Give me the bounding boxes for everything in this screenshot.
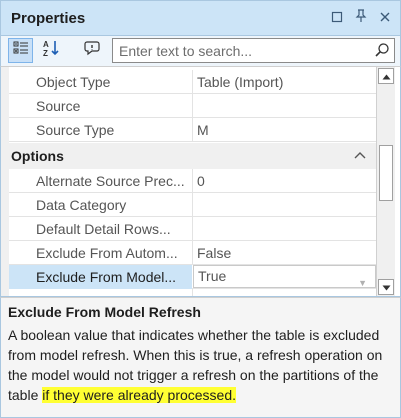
categorized-icon (13, 40, 29, 61)
scroll-down-button[interactable] (378, 279, 394, 295)
property-name: Data Category (36, 197, 127, 213)
property-value (197, 217, 375, 241)
column-divider[interactable] (192, 241, 193, 265)
column-divider[interactable] (192, 169, 193, 193)
property-row[interactable]: Object Type Table (Import) (9, 70, 376, 94)
property-row[interactable]: Lineage Tag ...30c01f1d-8fe-4f68... (9, 289, 376, 296)
description-pane: Exclude From Model Refresh A boolean val… (0, 297, 401, 418)
dropdown-value: True (198, 268, 227, 284)
property-row[interactable]: Exclude From Autom... False (9, 241, 376, 265)
sort-alphabetical-icon: A Z (42, 39, 60, 62)
dropdown-button[interactable] (326, 7, 348, 29)
grid-left-gutter (1, 67, 9, 296)
svg-text:Z: Z (43, 49, 48, 57)
search-input[interactable] (113, 39, 371, 62)
property-row[interactable]: Source (9, 94, 376, 118)
property-row[interactable]: Default Detail Rows... (9, 217, 376, 241)
property-name: Exclude From Autom... (36, 245, 178, 261)
property-value: 0 (197, 173, 205, 189)
property-name: Alternate Source Prec... (36, 173, 185, 189)
properties-toolbar: A Z (0, 36, 401, 66)
property-name: Source Type (36, 122, 115, 138)
scroll-thumb[interactable] (379, 145, 393, 201)
property-value-dropdown[interactable]: True ▼ (193, 265, 376, 288)
property-value: False (197, 245, 232, 261)
scroll-up-arrow-icon (382, 67, 391, 85)
property-value (197, 94, 375, 118)
scroll-down-arrow-icon (382, 278, 391, 296)
property-pages-icon (83, 39, 101, 62)
window-menu-icon (331, 10, 343, 27)
category-label: Options (11, 148, 64, 164)
pin-button[interactable] (350, 7, 372, 29)
column-divider[interactable] (192, 193, 193, 217)
vertical-scrollbar[interactable] (376, 67, 395, 296)
description-text: A boolean value that indicates whether t… (8, 325, 398, 405)
scroll-up-button[interactable] (378, 68, 394, 84)
property-row-selected[interactable]: Exclude From Model... True ▼ (9, 265, 376, 289)
property-name: Exclude From Model... (9, 265, 192, 289)
column-divider[interactable] (192, 289, 193, 296)
column-divider[interactable] (192, 70, 193, 94)
window-title: Properties (11, 10, 86, 27)
property-pages-button[interactable] (79, 38, 104, 63)
property-name: Object Type (36, 74, 111, 90)
property-row[interactable]: Alternate Source Prec... 0 (9, 169, 376, 193)
category-header-options[interactable]: Options (1, 143, 376, 169)
properties-title-bar: Properties (0, 0, 401, 36)
column-divider[interactable] (192, 217, 193, 241)
chevron-up-icon[interactable] (353, 149, 367, 168)
dropdown-arrow-icon[interactable]: ▼ (358, 273, 367, 287)
alphabetical-button[interactable]: A Z (38, 38, 63, 63)
column-divider[interactable] (192, 94, 193, 118)
categorized-button[interactable] (8, 38, 33, 63)
close-icon (379, 10, 391, 27)
property-name: Default Detail Rows... (36, 221, 171, 237)
property-value: ...30c01f1d-8fe-4f68... (197, 289, 375, 296)
column-divider[interactable] (192, 118, 193, 142)
property-grid: Object Type Table (Import) Source Source… (0, 66, 401, 297)
description-highlighted-text: if they were already processed. (42, 387, 237, 403)
pin-icon (355, 9, 367, 27)
property-value: M (197, 122, 209, 138)
property-value: Table (Import) (197, 74, 284, 90)
property-row[interactable]: Data Category (9, 193, 376, 217)
property-row[interactable]: Source Type M (9, 118, 376, 142)
svg-text:A: A (43, 40, 49, 49)
close-button[interactable] (374, 7, 396, 29)
search-icon[interactable] (374, 42, 390, 63)
description-title: Exclude From Model Refresh (8, 304, 201, 320)
search-box (112, 38, 395, 63)
property-name: Lineage Tag (36, 289, 192, 296)
property-value (197, 193, 375, 217)
property-name: Source (36, 98, 81, 114)
